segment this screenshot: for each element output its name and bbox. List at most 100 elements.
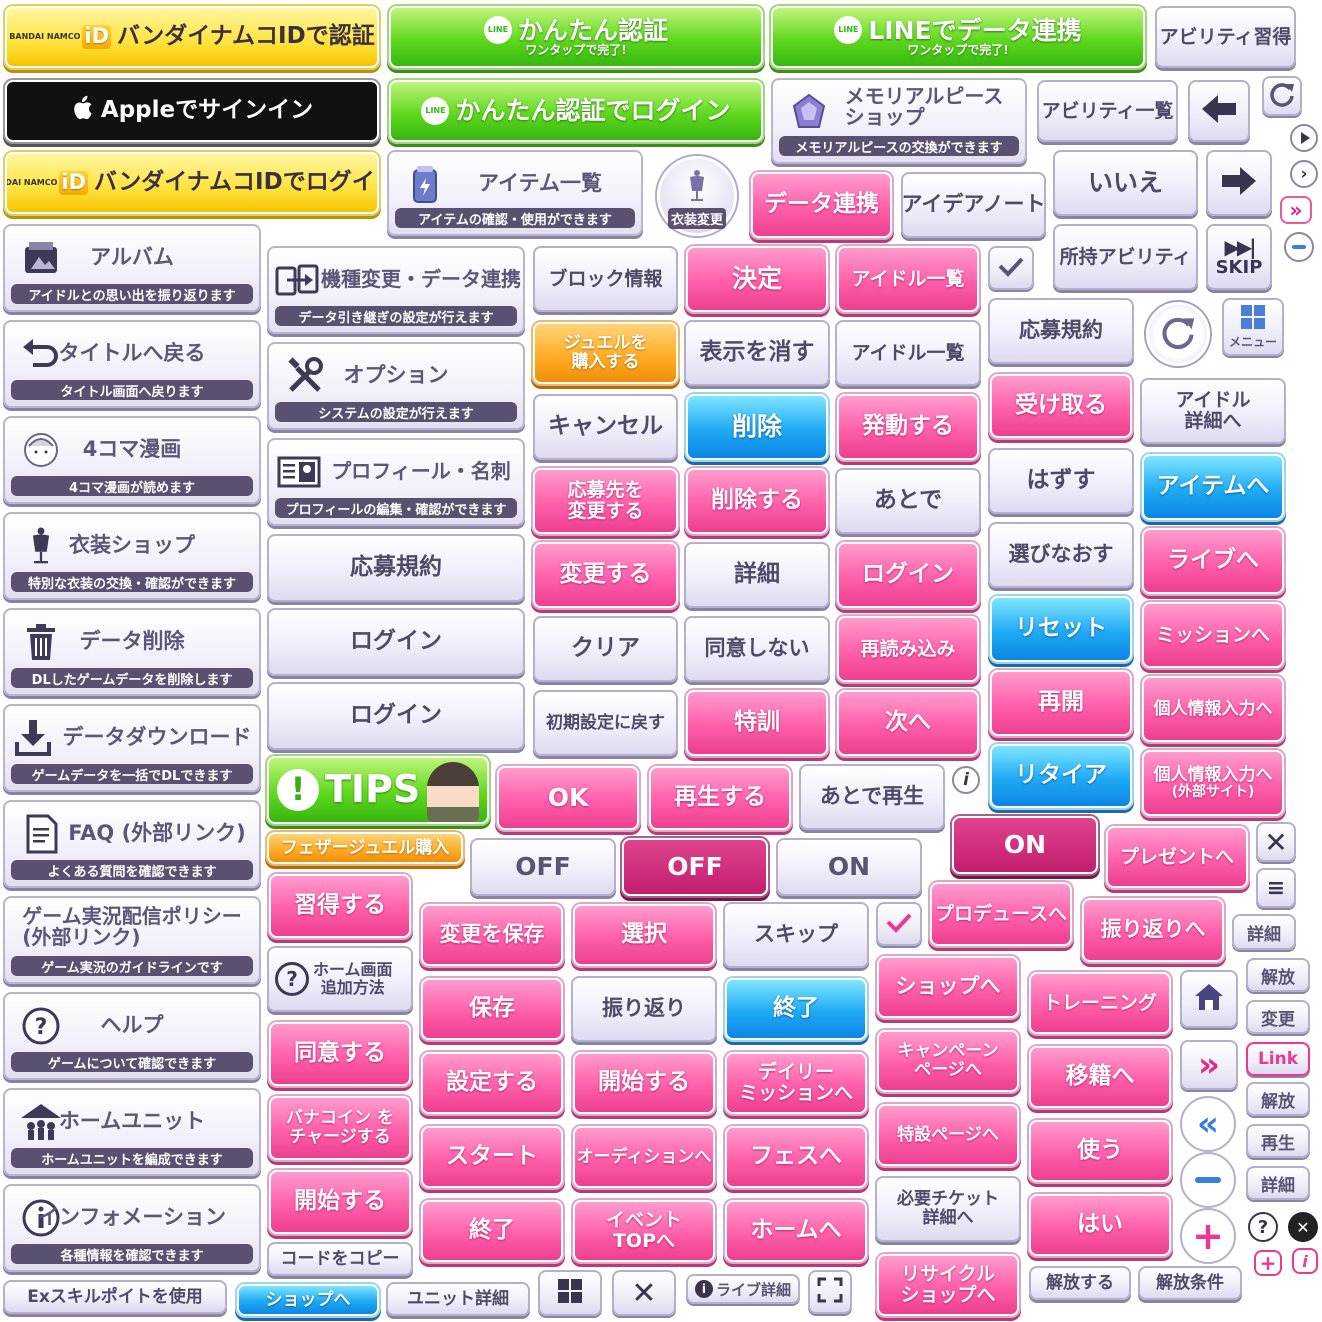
change-small-button[interactable]: 変更 (1246, 1000, 1310, 1034)
activate-button[interactable]: 発動する (837, 394, 979, 460)
block-info-button[interactable]: ブロック情報 (533, 246, 678, 312)
fast-forward-large-button[interactable]: » (1180, 1040, 1238, 1090)
refresh-small-button[interactable] (1262, 76, 1302, 116)
info-small-button[interactable]: i (1292, 1248, 1318, 1274)
ok-button[interactable]: OK (497, 766, 639, 830)
to-produce-button[interactable]: プロデュースへ (930, 882, 1072, 946)
change-button[interactable]: 変更する (533, 542, 678, 608)
resume-button[interactable]: 再開 (990, 670, 1132, 736)
link-button[interactable]: Link (1246, 1042, 1310, 1076)
chevron-right-circle-button[interactable]: › (1290, 160, 1318, 188)
to-live-button[interactable]: ライブへ (1142, 528, 1284, 594)
daily-mission-button[interactable]: デイリー ミッションへ (725, 1052, 867, 1114)
back-to-title-card[interactable]: タイトルへ戻る タイトル画面へ戻ります (3, 320, 261, 408)
apple-sign-in-button[interactable]: Appleでサインイン (5, 80, 379, 142)
delete-confirm-button[interactable]: 削除する (686, 468, 828, 534)
to-mission-button[interactable]: ミッションへ (1142, 602, 1284, 668)
costume-change-button[interactable]: 衣装変更 (657, 156, 737, 236)
remove-button[interactable]: はずす (988, 448, 1134, 514)
toggle-off-unselected[interactable]: OFF (470, 838, 616, 896)
special-page-button[interactable]: 特設ページへ (877, 1104, 1019, 1166)
no-button[interactable]: いいえ (1053, 150, 1198, 216)
bandai-namco-id-login-button[interactable]: BANDAI NAMCOiD バンダイナムコIDでログイン (5, 152, 379, 214)
detail-small-button-bottom[interactable]: 詳細 (1246, 1166, 1310, 1200)
checkbox-checked-pink[interactable] (876, 902, 922, 946)
feather-jewel-purchase-button[interactable]: フェザージュエル購入 (267, 832, 463, 864)
cancel-button[interactable]: キャンセル (533, 394, 678, 460)
home-screen-add-button[interactable]: ? ホーム画面 追加方法 (267, 946, 413, 1012)
to-present-button[interactable]: プレゼントへ (1106, 826, 1248, 888)
plus-button[interactable]: + (1180, 1208, 1236, 1264)
ex-skill-point-button[interactable]: Exスキルポイトを使用 (3, 1280, 227, 1314)
information-card[interactable]: インフォメーション 各種情報を確認できます (3, 1184, 261, 1272)
login-pink-button[interactable]: ログイン (837, 542, 979, 608)
to-fes-button[interactable]: フェスへ (725, 1126, 867, 1188)
learn-button[interactable]: 習得する (269, 874, 411, 938)
recycle-shop-button[interactable]: リサイクル ショップへ (877, 1254, 1019, 1316)
data-download-card[interactable]: データダウンロード ゲームデータを一括でDLできます (3, 704, 261, 792)
refresh-button[interactable] (1146, 302, 1210, 366)
live-detail-button[interactable]: i ライブ詳細 (686, 1274, 800, 1304)
faq-card[interactable]: FAQ (外部リンク) よくある質問を確認できます (3, 800, 261, 888)
grid-view-button[interactable] (538, 1270, 602, 1316)
end-blue-button[interactable]: 終了 (725, 978, 867, 1040)
profile-card-button[interactable]: プロフィール・名刺 プロフィールの編集・確認ができます (267, 438, 525, 526)
data-delete-card[interactable]: データ削除 DLしたゲームデータを削除します (3, 608, 261, 696)
to-shop-blue-button[interactable]: ショップへ (237, 1284, 379, 1316)
info-circle-button[interactable]: i (952, 766, 980, 794)
start-button[interactable]: 開始する (269, 1170, 411, 1234)
idol-list-button[interactable]: アイドル一覧 (837, 246, 979, 312)
device-change-data-link-card[interactable]: 機種変更・データ連携 データ引き継ぎの設定が行えます (267, 246, 525, 334)
play-button[interactable]: 再生する (649, 766, 791, 830)
line-data-link-button[interactable]: LINE LINEでデータ連携 ワンタップで完了! (771, 6, 1145, 68)
required-ticket-button[interactable]: 必要チケット 詳細へ (875, 1176, 1021, 1242)
to-item-button[interactable]: アイテムへ (1142, 454, 1284, 520)
reselect-button[interactable]: 選びなおす (988, 522, 1134, 588)
change-application-button[interactable]: 応募先を 変更する (533, 468, 678, 534)
personal-info-button[interactable]: 個人情報入力へ (1142, 676, 1284, 742)
to-home-button[interactable]: ホームへ (725, 1200, 867, 1262)
event-top-button[interactable]: イベント TOPへ (573, 1200, 715, 1262)
back-arrow-button[interactable] (1188, 80, 1250, 142)
detail-small-button-top[interactable]: 詳細 (1232, 914, 1296, 950)
toggle-on-unselected[interactable]: ON (776, 838, 922, 896)
unlock-small-button-2[interactable]: 解放 (1246, 1082, 1310, 1116)
replay-small-button[interactable]: 再生 (1246, 1124, 1310, 1158)
decide-button[interactable]: 決定 (686, 246, 828, 312)
unlock-condition-button[interactable]: 解放条件 (1138, 1266, 1242, 1300)
later-button[interactable]: あとで (835, 468, 981, 534)
unlock-button[interactable]: 解放する (1029, 1266, 1131, 1300)
set-button[interactable]: 設定する (421, 1052, 563, 1114)
transfer-button[interactable]: 移籍へ (1029, 1046, 1171, 1108)
look-back-button[interactable]: 振り返り (571, 976, 717, 1042)
delete-button[interactable]: 削除 (686, 394, 828, 460)
minus-circle-button[interactable] (1284, 232, 1314, 262)
yes-button[interactable]: はい (1029, 1194, 1171, 1256)
plus-small-button[interactable]: + (1254, 1250, 1282, 1276)
special-training-button[interactable]: 特訓 (686, 690, 828, 756)
save-changes-button[interactable]: 変更を保存 (421, 904, 563, 966)
close-circle-button[interactable]: ✕ (1288, 1212, 1318, 1242)
bandai-namco-id-auth-button[interactable]: BANDAI NAMCO iD バンダイナムコIDで認証 (5, 6, 379, 68)
personal-info-external-button[interactable]: 個人情報入力へ (外部サイト) (1142, 750, 1284, 816)
to-look-back-button[interactable]: 振り返りへ (1082, 898, 1224, 962)
reset-to-default-button[interactable]: 初期設定に戻す (533, 690, 678, 756)
hide-display-button[interactable]: 表示を消す (684, 320, 830, 386)
to-audition-button[interactable]: オーディションへ (573, 1126, 715, 1188)
start-pink-button[interactable]: スタート (421, 1126, 563, 1188)
idea-note-button[interactable]: アイデアノート (901, 172, 1046, 238)
item-list-button[interactable]: アイテム一覧 アイテムの確認・使用ができます (387, 150, 643, 236)
unit-detail-button[interactable]: ユニット詳細 (386, 1282, 530, 1316)
data-link-button[interactable]: データ連携 (751, 172, 892, 238)
fast-forward-button[interactable]: » (1280, 196, 1312, 224)
end-pink-button[interactable]: 終了 (421, 1200, 563, 1262)
four-koma-manga-card[interactable]: 4コマ漫画 4コマ漫画が読めます (3, 416, 261, 504)
begin-button[interactable]: 開始する (573, 1052, 715, 1114)
skip-text-button[interactable]: スキップ (723, 902, 869, 968)
minus-button[interactable] (1180, 1152, 1236, 1208)
retire-button[interactable]: リタイア (990, 744, 1132, 808)
help-circle-button[interactable]: ? (1248, 1212, 1278, 1242)
tips-button[interactable]: ! TIPS (267, 756, 489, 824)
owned-ability-button[interactable]: 所持アビリティ (1053, 224, 1198, 290)
banacoin-charge-button[interactable]: バナコイン を チャージする (269, 1096, 411, 1160)
